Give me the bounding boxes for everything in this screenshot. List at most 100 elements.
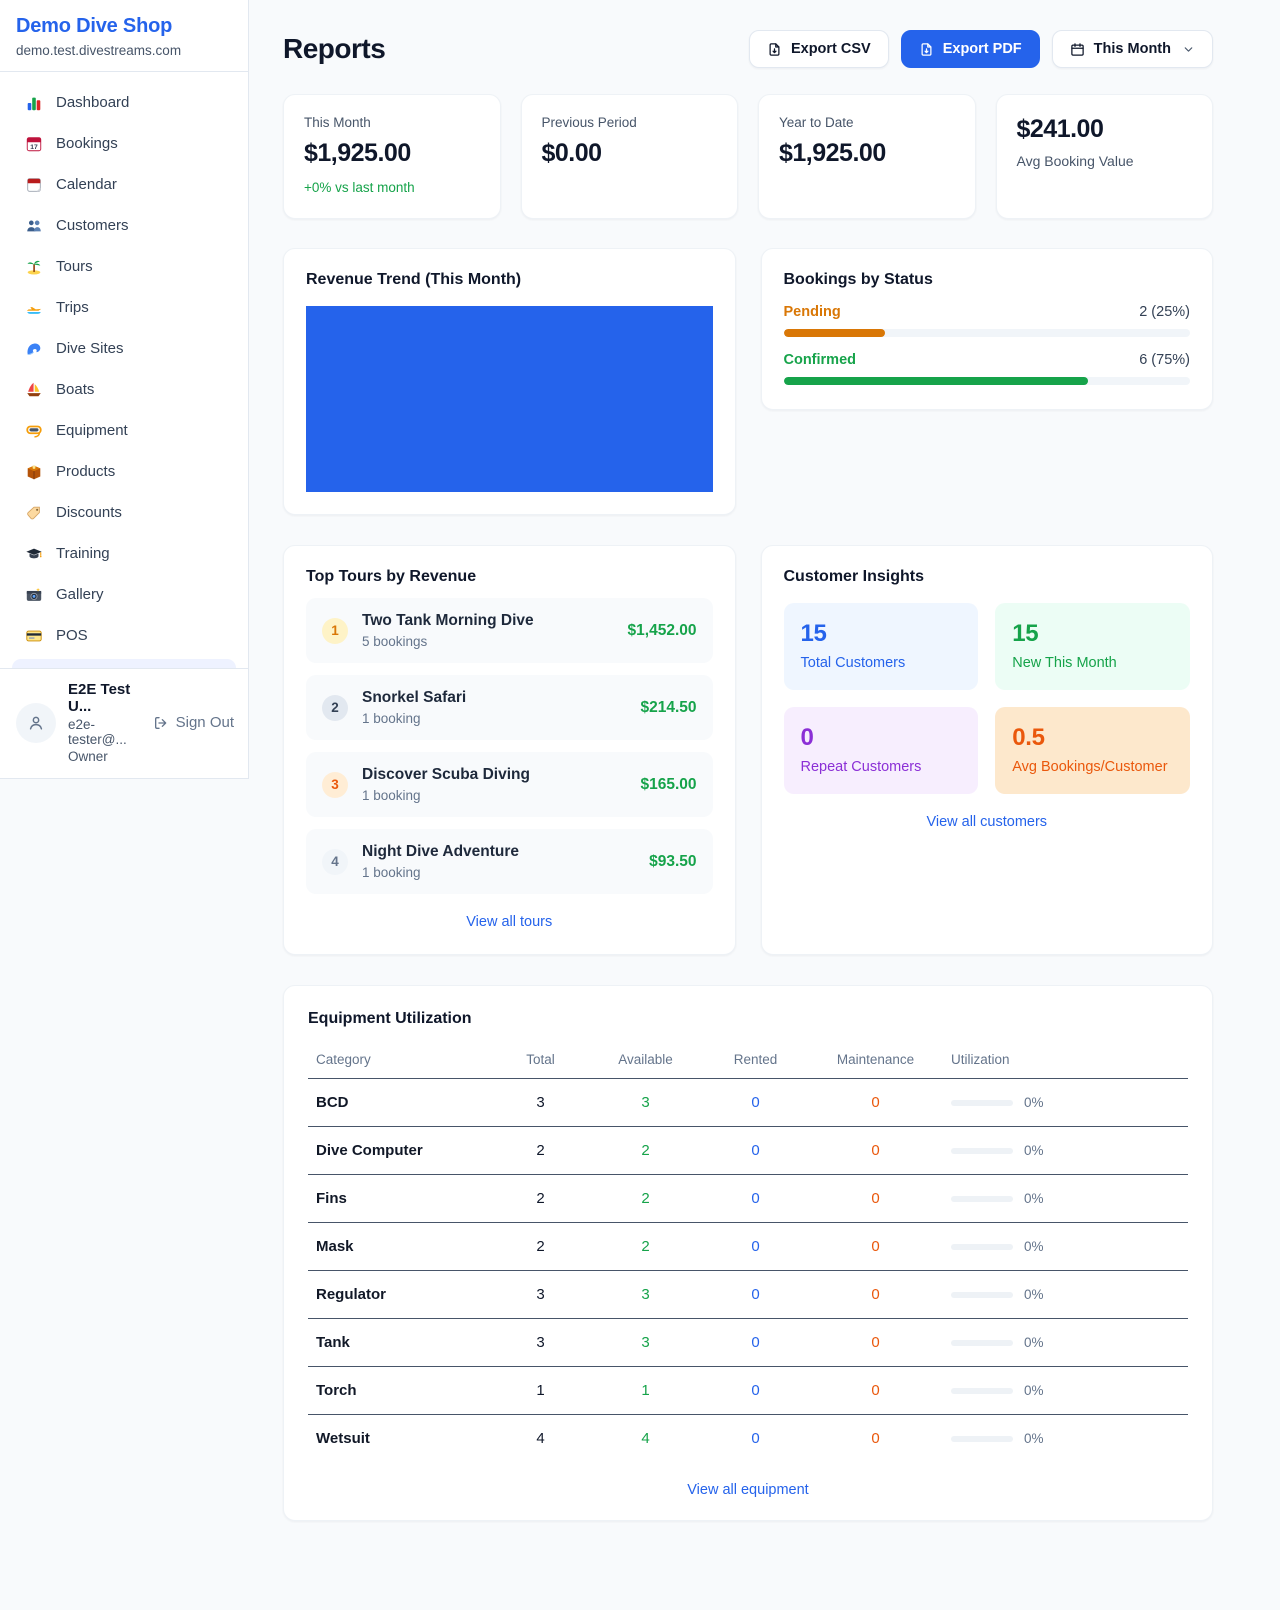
sidebar-item-dive-sites[interactable]: Dive Sites [12,329,236,368]
sidebar-item-tours[interactable]: Tours [12,247,236,286]
stat-cards: This Month $1,925.00 +0% vs last month P… [283,94,1213,219]
sidebar-item-boats[interactable]: Boats [12,370,236,409]
user-meta: E2E Test U... e2e-tester@... Owner [68,681,141,764]
tile-value: 15 [1012,620,1173,648]
utilization-percent: 0% [1024,1239,1044,1254]
tour-bookings: 1 booking [362,788,626,803]
export-pdf-button[interactable]: Export PDF [901,30,1040,68]
tile-label: Avg Bookings/Customer [1012,759,1173,775]
tile-value: 15 [801,620,962,648]
utilization-percent: 0% [1024,1383,1044,1398]
wave-icon [24,339,43,358]
sidebar-item-equipment[interactable]: Equipment [12,411,236,450]
equipment-rented: 0 [703,1127,808,1175]
table-header-row: Category Total Available Rented Maintena… [308,1041,1188,1079]
tour-name: Snorkel Safari [362,689,626,707]
equipment-utilization: 0% [943,1175,1188,1223]
top-tours-title: Top Tours by Revenue [306,568,713,586]
status-count: 6 (75%) [1139,352,1190,368]
top-tours-card: Top Tours by Revenue 1 Two Tank Morning … [283,545,736,955]
sidebar-item-label: Dashboard [56,94,129,111]
equipment-maintenance: 0 [808,1175,943,1223]
equipment-category: Mask [308,1223,493,1271]
charts-row: Revenue Trend (This Month) Bookings by S… [283,248,1213,515]
column-header-rented: Rented [703,1041,808,1079]
chevron-down-icon [1182,43,1195,56]
equipment-maintenance: 0 [808,1079,943,1127]
stat-card-year-to-date: Year to Date $1,925.00 [758,94,976,219]
equipment-available: 1 [588,1367,703,1415]
equipment-rented: 0 [703,1415,808,1463]
equipment-category: Dive Computer [308,1127,493,1175]
equipment-utilization: 0% [943,1079,1188,1127]
status-row-pending: Pending 2 (25%) [784,304,1191,337]
sign-out-button[interactable]: Sign Out [153,714,234,731]
list-item: 1 Two Tank Morning Dive 5 bookings $1,45… [306,598,713,663]
rank-badge: 4 [322,849,348,875]
export-pdf-label: Export PDF [943,41,1022,57]
sidebar-item-label: Boats [56,381,94,398]
export-csv-label: Export CSV [791,41,871,57]
table-row: Mask 2 2 0 0 0% [308,1223,1188,1271]
utilization-percent: 0% [1024,1095,1044,1110]
rank-badge: 3 [322,772,348,798]
export-csv-button[interactable]: Export CSV [749,30,889,68]
equipment-available: 2 [588,1175,703,1223]
sidebar-item-pos[interactable]: POS [12,616,236,655]
svg-text:17: 17 [30,143,38,150]
view-all-equipment-link[interactable]: View all equipment [308,1482,1188,1498]
sidebar-item-reports-partial[interactable] [12,659,236,668]
sidebar-item-trips[interactable]: Trips [12,288,236,327]
sidebar-item-discounts[interactable]: Discounts [12,493,236,532]
equipment-utilization: 0% [943,1367,1188,1415]
sidebar-item-bookings[interactable]: 17 Bookings [12,124,236,163]
equipment-maintenance: 0 [808,1367,943,1415]
stat-label: This Month [304,115,480,130]
sailboat-icon [24,380,43,399]
column-header-utilization: Utilization [943,1041,1188,1079]
sidebar-item-customers[interactable]: Customers [12,206,236,245]
shop-name: Demo Dive Shop [16,15,232,38]
equipment-rented: 0 [703,1079,808,1127]
sidebar-item-gallery[interactable]: Gallery [12,575,236,614]
utilization-bar [951,1340,1013,1346]
equipment-maintenance: 0 [808,1127,943,1175]
tour-revenue: $214.50 [640,699,696,717]
view-all-customers-link[interactable]: View all customers [784,814,1191,830]
rank-badge: 1 [322,618,348,644]
calendar-icon [24,175,43,194]
sidebar-item-dashboard[interactable]: Dashboard [12,83,236,122]
equipment-available: 4 [588,1415,703,1463]
table-row: BCD 3 3 0 0 0% [308,1079,1188,1127]
column-header-available: Available [588,1041,703,1079]
view-all-tours-link[interactable]: View all tours [306,914,713,930]
status-count: 2 (25%) [1139,304,1190,320]
equipment-total: 4 [493,1415,588,1463]
sidebar-item-label: POS [56,627,88,644]
equipment-utilization-card: Equipment Utilization Category Total Ava… [283,985,1213,1521]
equipment-category: Tank [308,1319,493,1367]
equipment-rented: 0 [703,1223,808,1271]
tour-name: Discover Scuba Diving [362,766,626,784]
utilization-bar [951,1388,1013,1394]
table-row: Regulator 3 3 0 0 0% [308,1271,1188,1319]
sidebar-item-calendar[interactable]: Calendar [12,165,236,204]
equipment-available: 3 [588,1319,703,1367]
customers-icon [24,216,43,235]
bookings-by-status-title: Bookings by Status [784,271,1191,289]
tile-avg-bookings-customer: 0.5 Avg Bookings/Customer [995,707,1190,794]
utilization-percent: 0% [1024,1335,1044,1350]
tour-revenue: $1,452.00 [628,622,697,640]
sign-out-icon [153,715,169,731]
tile-new-this-month: 15 New This Month [995,603,1190,690]
status-label: Pending [784,304,841,320]
equipment-available: 2 [588,1223,703,1271]
sidebar-item-products[interactable]: Products [12,452,236,491]
user-name: E2E Test U... [68,681,141,715]
tile-value: 0 [801,724,962,752]
bookings-calendar-icon: 17 [24,134,43,153]
sidebar-item-training[interactable]: Training [12,534,236,573]
period-dropdown[interactable]: This Month [1052,30,1213,68]
sidebar-item-label: Calendar [56,176,117,193]
table-row: Wetsuit 4 4 0 0 0% [308,1415,1188,1463]
